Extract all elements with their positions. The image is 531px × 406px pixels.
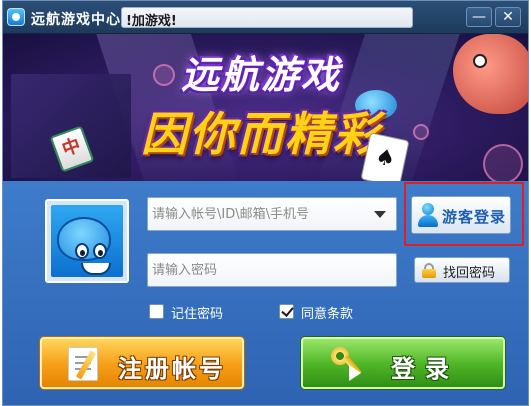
recover-password-label: 找回密码 — [443, 266, 496, 281]
guest-login-label: 游客登录 — [442, 208, 507, 226]
login-window: 远航游戏中心 !加游戏! — ✕ 中 远航游戏 因你而精彩 ♠ 请输入帐号\ID… — [2, 0, 529, 406]
account-dropdown-arrow-icon[interactable] — [374, 211, 386, 218]
account-field[interactable] — [147, 197, 397, 231]
guest-login-button[interactable]: 游客登录 — [411, 196, 511, 234]
pen-paper-icon — [68, 347, 98, 381]
login-button[interactable]: 登录 — [301, 337, 505, 389]
register-button[interactable]: 注册帐号 — [40, 337, 244, 389]
close-button[interactable]: ✕ — [495, 7, 521, 27]
account-input[interactable] — [152, 198, 363, 230]
avatar-eye — [93, 243, 107, 259]
recover-password-button[interactable]: 找回密码 — [414, 257, 510, 283]
promo-banner: 中 远航游戏 因你而精彩 ♠ — [3, 34, 528, 181]
fish-eye-decoration — [473, 54, 487, 68]
minimize-button[interactable]: — — [466, 7, 492, 27]
login-button-label: 登录 — [391, 355, 459, 383]
register-button-label: 注册帐号 — [118, 355, 226, 383]
dolphin-avatar-icon — [57, 217, 111, 275]
avatar-eye — [75, 243, 89, 259]
password-input[interactable] — [152, 254, 363, 286]
title-bar: 远航游戏中心 !加游戏! — ✕ — [3, 1, 528, 34]
login-panel: 游客登录 找回密码 记住密码 同意条款 注册帐号 登录 — [3, 181, 528, 405]
agree-terms-checkbox[interactable] — [279, 304, 294, 319]
remember-password-checkbox[interactable] — [149, 304, 164, 319]
remember-password-label[interactable]: 记住密码 — [171, 303, 223, 322]
app-logo-icon — [7, 8, 25, 26]
avatar-mouth — [81, 263, 111, 275]
banner-tagline: 因你而精彩 — [141, 107, 381, 161]
bubble-decoration — [413, 124, 429, 140]
notice-marquee: !加游戏! — [121, 7, 413, 28]
bubble-decoration — [483, 144, 523, 181]
avatar — [51, 205, 123, 277]
user-icon — [418, 203, 438, 227]
notice-text: !加游戏! — [126, 14, 177, 28]
fish-mascot-icon — [453, 34, 528, 114]
bubble-decoration — [153, 64, 175, 86]
window-title: 远航游戏中心 — [31, 12, 121, 28]
key-icon — [331, 347, 367, 381]
lock-icon — [422, 263, 436, 278]
spade-card-icon: ♠ — [360, 132, 410, 181]
agree-terms-label[interactable]: 同意条款 — [301, 303, 353, 322]
password-field[interactable] — [147, 253, 397, 287]
avatar-frame — [45, 199, 129, 283]
banner-headline: 远航游戏 — [181, 53, 342, 97]
